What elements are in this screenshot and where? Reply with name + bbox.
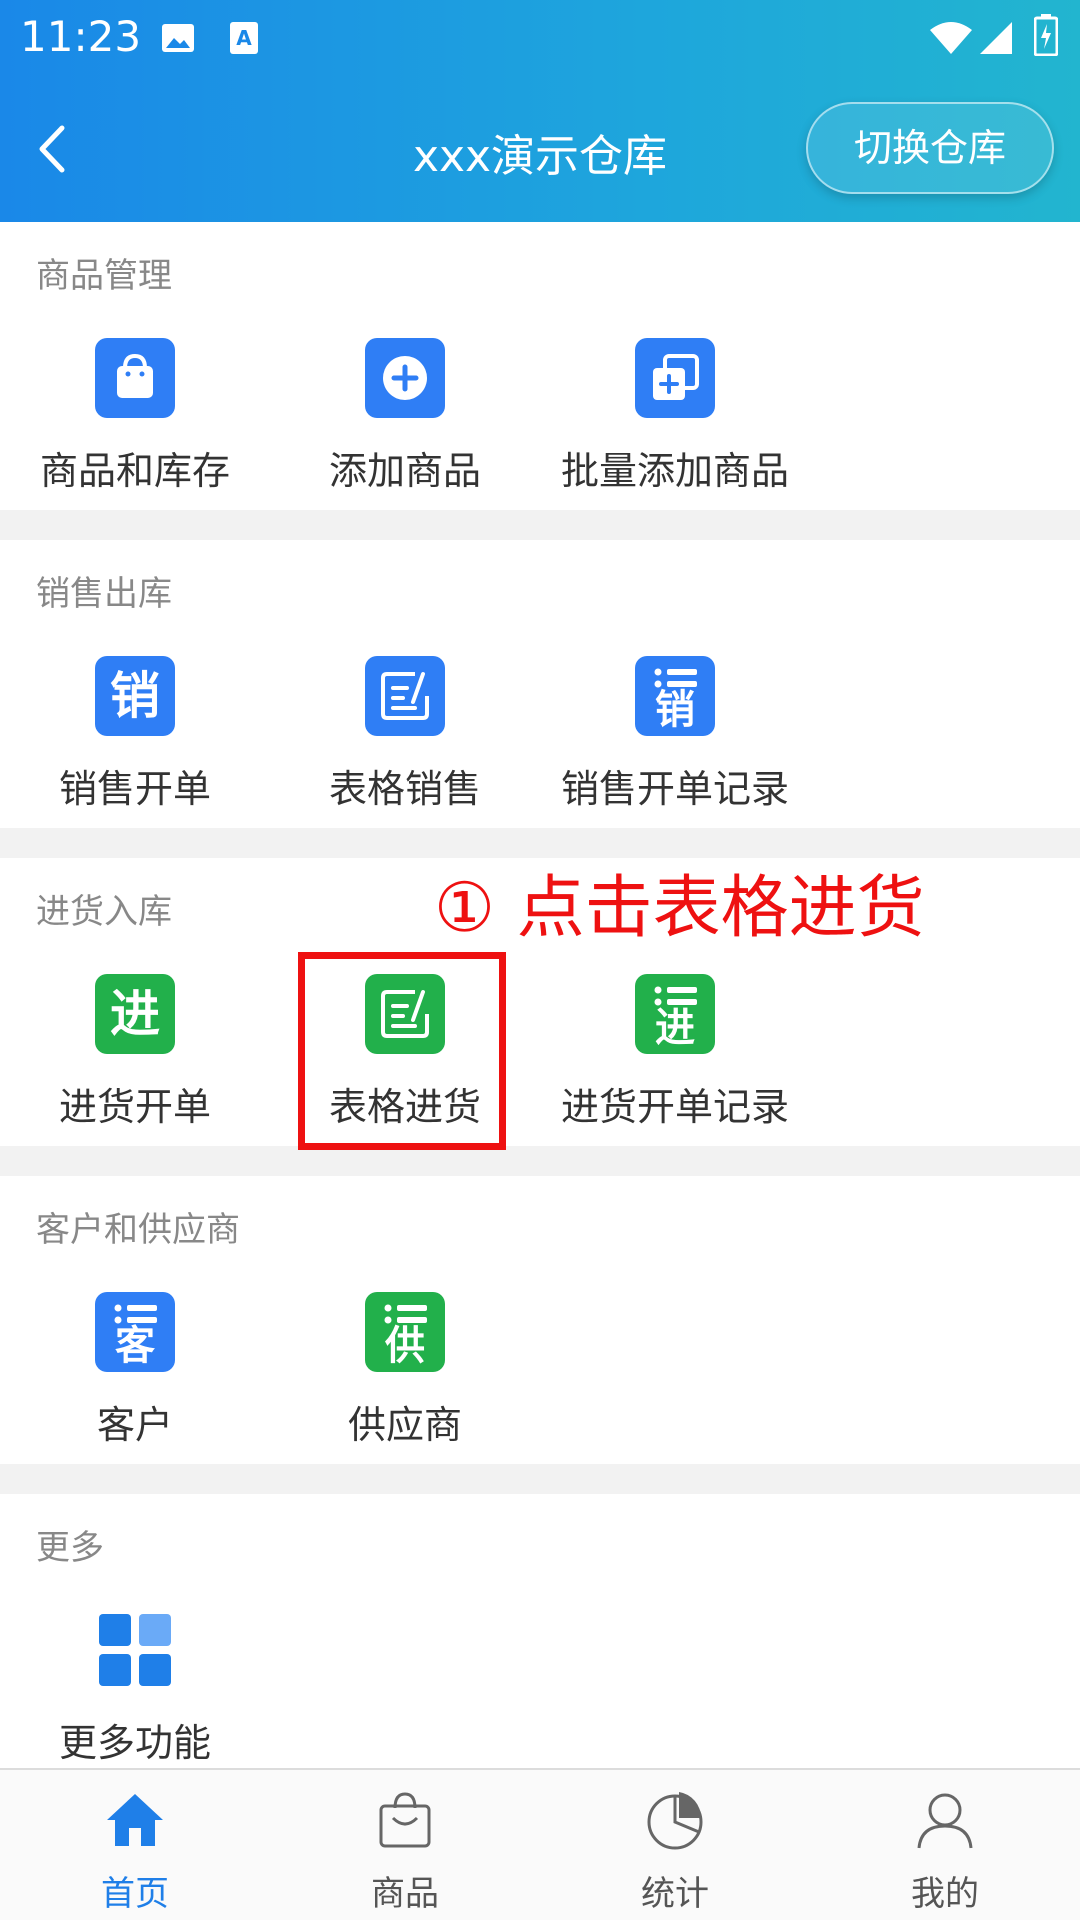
item-label: 销售开单 [58,767,211,811]
item-label: 表格销售 [328,767,481,811]
section-title: 客户和供应商 [36,1210,240,1250]
user-icon [917,1793,973,1849]
nav-label: 商品 [371,1874,439,1914]
highlight-box [298,952,506,1150]
section-sales-outbound: 销售出库 销 销售开单 表格销售 销 销售开单记录 [0,540,1080,828]
switch-warehouse-button[interactable]: 切换仓库 [806,102,1054,194]
item-batch-add-product[interactable]: 批量添加商品 [540,338,810,493]
text-notification-icon: A [230,22,258,54]
status-bar: 11:23 A [0,0,1080,78]
home-icon [107,1794,163,1846]
item-purchase-order[interactable]: 进 进货开单 [0,974,270,1129]
item-label: 供应商 [347,1403,462,1447]
svg-text:A: A [236,26,252,50]
nav-products[interactable]: 商品 [270,1770,540,1920]
wifi-icon [930,22,972,54]
shopping-bag-icon [95,338,175,418]
pie-chart-icon [647,1792,703,1850]
item-sales-record[interactable]: 销 销售开单记录 [540,656,810,811]
nav-statistics[interactable]: 统计 [540,1770,810,1920]
supplier-icon: 供 [365,1292,445,1372]
bottom-nav: 首页 商品 统计 我的 [0,1768,1080,1920]
section-title: 更多 [36,1528,104,1568]
item-more-features[interactable]: 更多功能 [0,1610,270,1765]
item-label: 添加商品 [328,449,481,493]
icon-glyph: 客 [115,1323,155,1369]
purchase-record-icon: 进 [635,974,715,1054]
item-add-product[interactable]: 添加商品 [270,338,540,493]
item-label: 客户 [96,1403,173,1447]
icon-glyph: 进 [110,985,160,1043]
nav-profile[interactable]: 我的 [810,1770,1080,1920]
item-label: 进货开单 [58,1085,211,1129]
nav-label: 统计 [641,1874,709,1914]
item-products-and-stock[interactable]: 商品和库存 [0,338,270,493]
icon-glyph: 进 [655,1005,695,1051]
purchase-order-icon: 进 [95,974,175,1054]
item-table-sales[interactable]: 表格销售 [270,656,540,811]
nav-label: 首页 [101,1874,169,1914]
section-more: 更多 更多功能 [0,1494,1080,1768]
gallery-notification-icon [162,24,194,52]
item-sales-order[interactable]: 销 销售开单 [0,656,270,811]
icon-glyph: 销 [655,687,695,733]
table-edit-icon [365,656,445,736]
item-label: 批量添加商品 [560,449,789,493]
item-label: 进货开单记录 [560,1085,789,1129]
section-title: 销售出库 [36,574,172,614]
status-time: 11:23 [20,12,142,61]
add-circle-icon [365,338,445,418]
item-suppliers[interactable]: 供 供应商 [270,1292,540,1447]
section-title: 进货入库 [36,892,172,932]
item-label: 更多功能 [58,1721,211,1765]
app-header: 11:23 A xxx演示仓库 切换仓库 [0,0,1080,222]
section-product-management: 商品管理 商品和库存 添加商品 批量添加商品 [0,222,1080,510]
signal-icon [980,22,1012,54]
nav-home[interactable]: 首页 [0,1770,270,1920]
item-label: 商品和库存 [39,449,230,493]
section-customers-suppliers: 客户和供应商 客 客户 供 供应商 [0,1176,1080,1464]
item-label: 销售开单记录 [560,767,789,811]
item-customers[interactable]: 客 客户 [0,1292,270,1447]
title-bar: xxx演示仓库 切换仓库 [0,78,1080,222]
item-purchase-record[interactable]: 进 进货开单记录 [540,974,810,1129]
bag-icon [379,1792,431,1848]
nav-label: 我的 [911,1874,979,1914]
section-title: 商品管理 [36,256,172,296]
batch-add-icon [635,338,715,418]
grid-icon [95,1610,175,1690]
icon-glyph: 销 [110,667,160,725]
tutorial-annotation: ① 点击表格进货 [434,869,925,948]
battery-icon [1034,14,1058,56]
customer-icon: 客 [95,1292,175,1372]
sales-record-icon: 销 [635,656,715,736]
sales-order-icon: 销 [95,656,175,736]
icon-glyph: 供 [385,1323,425,1369]
